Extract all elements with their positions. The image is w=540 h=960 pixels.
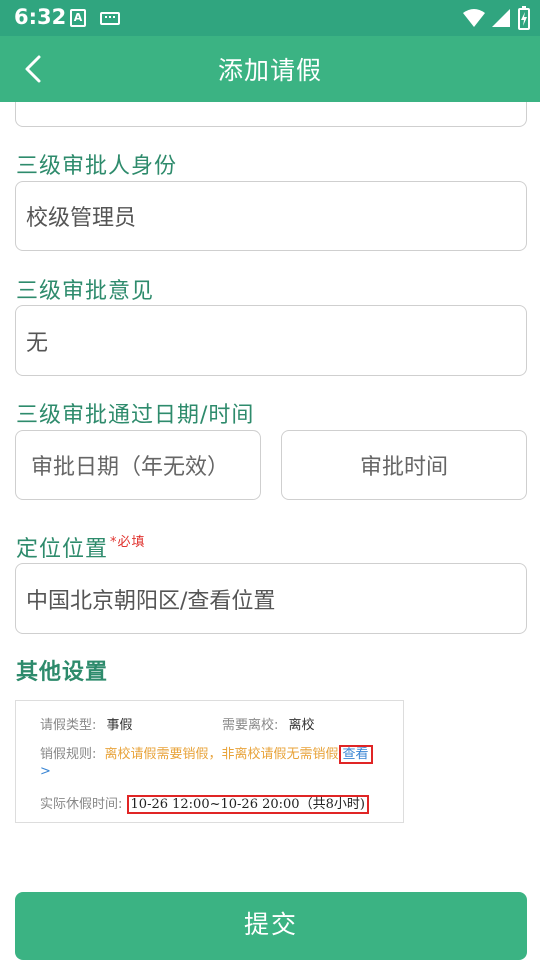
level3-pass-datetime-label: 三级审批通过日期/时间 <box>16 403 255 428</box>
signal-icon <box>492 9 510 27</box>
cancel-rule-arrow-icon: > <box>40 764 51 779</box>
status-time: 6:32 <box>14 5 67 29</box>
form-content[interactable]: 三级审批人身份 校级管理员 三级审批意见 无 三级审批通过日期/时间 审批日期（… <box>0 102 540 960</box>
approval-time-field[interactable]: 审批时间 <box>281 430 527 500</box>
wifi-icon <box>463 9 485 27</box>
cancel-rule-value: 离校请假需要销假，非离校请假无需销假 <box>104 747 339 762</box>
required-mark: *必填 <box>110 535 146 550</box>
cancel-rule-label: 销假规则: <box>40 747 97 762</box>
leave-type-label: 请假类型: <box>40 718 97 733</box>
approval-date-field[interactable]: 审批日期（年无效） <box>15 430 261 500</box>
cancel-rule-arrow-row: > <box>40 764 51 779</box>
leave-type-row: 请假类型: 事假 <box>40 714 133 733</box>
view-rule-link[interactable]: 查看 <box>338 745 373 764</box>
level3-opinion-value: 无 <box>26 330 49 356</box>
page-title: 添加请假 <box>217 56 322 85</box>
approval-time-placeholder: 审批时间 <box>359 455 448 480</box>
leave-school-value: 离校 <box>288 718 315 733</box>
leave-type-value: 事假 <box>106 718 133 733</box>
level3-role-field[interactable]: 校级管理员 <box>15 181 527 251</box>
level3-opinion-label: 三级审批意见 <box>16 279 155 304</box>
status-bar: 6:32 A <box>0 0 540 36</box>
actual-time-label: 实际休假时间: <box>40 797 123 812</box>
location-label: 定位位置 *必填 <box>16 531 146 563</box>
leave-school-row: 需要离校: 离校 <box>222 714 315 733</box>
actual-time-row: 实际休假时间: 10-26 12:00~10-26 20:00（共8小时) <box>40 793 369 814</box>
submit-button[interactable]: 提交 <box>15 892 527 960</box>
battery-icon <box>518 6 530 30</box>
a-notification-icon: A <box>70 9 86 27</box>
keyboard-icon <box>100 12 120 25</box>
level3-role-label: 三级审批人身份 <box>16 154 178 179</box>
other-settings-panel: 请假类型: 事假 需要离校: 离校 销假规则: 离校请假需要销假，非离校请假无需… <box>15 700 404 823</box>
other-settings-title: 其他设置 <box>16 660 109 685</box>
actual-time-value: 10-26 12:00~10-26 20:00（共8小时) <box>126 795 369 814</box>
level3-opinion-field[interactable]: 无 <box>15 305 527 376</box>
toolbar: 添加请假 <box>0 36 540 102</box>
leave-school-label: 需要离校: <box>222 718 279 733</box>
location-label-text: 定位位置 <box>16 537 109 562</box>
approval-date-placeholder: 审批日期（年无效） <box>31 455 230 480</box>
level3-role-value: 校级管理员 <box>26 206 137 231</box>
previous-field[interactable] <box>15 102 527 127</box>
cancel-rule-row: 销假规则: 离校请假需要销假，非离校请假无需销假 查看 <box>40 743 373 764</box>
location-field[interactable]: 中国北京朝阳区/查看位置 <box>15 563 527 634</box>
location-value: 中国北京朝阳区/查看位置 <box>26 588 276 614</box>
